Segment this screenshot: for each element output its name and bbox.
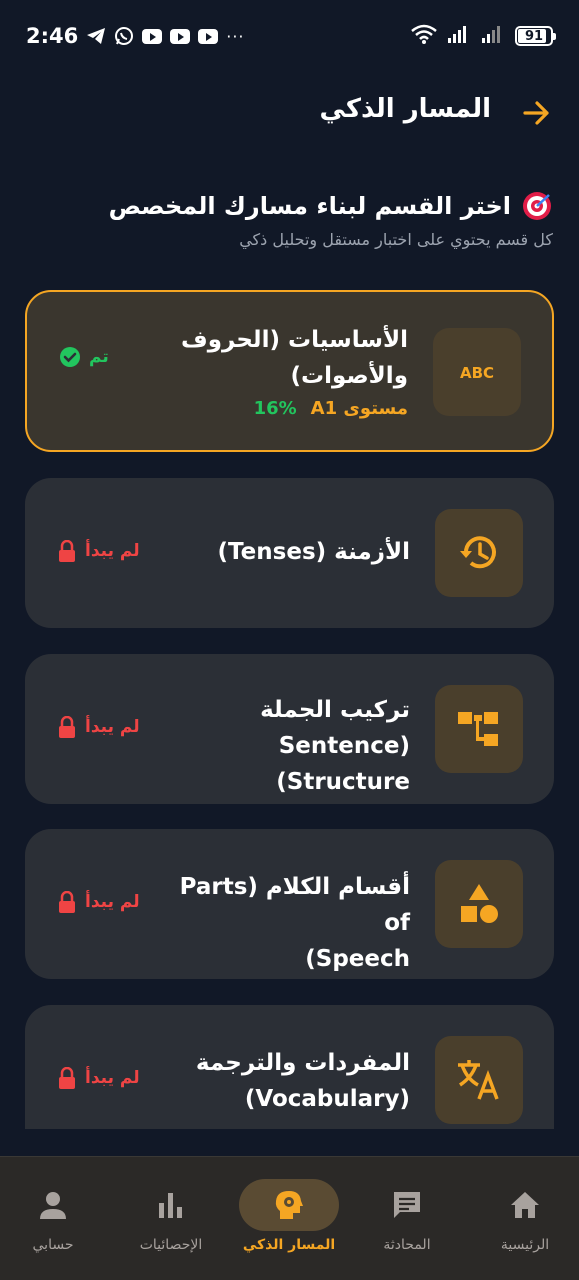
card-icon-box bbox=[435, 1036, 523, 1124]
bar-chart-icon bbox=[159, 1193, 182, 1218]
intro-subtitle: كل قسم يحتوي على اختبار مستقل وتحليل ذكي bbox=[239, 230, 553, 249]
status-time: 2:46 bbox=[26, 24, 79, 48]
nav-label: الرئيسية bbox=[500, 1237, 550, 1253]
smart-path-icon bbox=[275, 1191, 303, 1219]
back-button[interactable] bbox=[519, 96, 553, 130]
wifi-icon bbox=[411, 24, 437, 48]
card-title: تركيب الجملة (Sentence Structure) bbox=[160, 692, 410, 800]
status-badge: لم يبدأ bbox=[57, 1067, 140, 1089]
status-text: لم يبدأ bbox=[85, 717, 140, 737]
card-title-line: المفردات والترجمة bbox=[195, 1050, 410, 1076]
youtube-icon bbox=[198, 28, 219, 44]
status-badge: لم يبدأ bbox=[57, 716, 140, 738]
section-card-sentence-structure[interactable]: تركيب الجملة (Sentence Structure) لم يبد… bbox=[25, 654, 554, 804]
status-text: لم يبدأ bbox=[85, 1068, 140, 1088]
whatsapp-icon bbox=[114, 26, 134, 46]
card-title-line: (Vocabulary) bbox=[244, 1086, 410, 1112]
status-left: 2:46 ··· bbox=[26, 24, 245, 48]
target-icon bbox=[523, 192, 551, 220]
bottom-nav: الرئيسية المحادثة المسار الذكي الإحصائيا… bbox=[0, 1156, 579, 1280]
nav-stats[interactable]: الإحصائيات bbox=[116, 1179, 226, 1259]
nav-icon-wrap bbox=[121, 1179, 221, 1231]
battery-level: 91 bbox=[524, 28, 544, 44]
card-title-line: والأصوات) bbox=[290, 363, 408, 389]
card-title-line: أقسام الكلام (Parts of bbox=[179, 874, 410, 936]
section-card-tenses[interactable]: الأزمنة (Tenses) لم يبدأ bbox=[25, 478, 554, 628]
card-icon-box bbox=[435, 860, 523, 948]
nav-icon-wrap bbox=[3, 1179, 103, 1231]
intro-title: اختر القسم لبناء مسارك المخصص bbox=[108, 192, 511, 220]
status-text: لم يبدأ bbox=[85, 892, 140, 912]
lock-icon bbox=[59, 891, 75, 913]
arrow-right-icon bbox=[523, 101, 549, 125]
signal-icon bbox=[447, 24, 471, 48]
card-title: أقسام الكلام (Parts of Speech) bbox=[160, 869, 410, 977]
status-right: 91 bbox=[411, 24, 556, 48]
more-notifications-icon: ··· bbox=[226, 26, 245, 46]
person-icon bbox=[40, 1192, 66, 1219]
status-bar: 2:46 ··· 91 bbox=[0, 0, 579, 72]
nav-account[interactable]: حسابي bbox=[0, 1179, 108, 1259]
lock-icon bbox=[59, 540, 75, 562]
card-icon-box: ABC bbox=[433, 328, 521, 416]
nav-icon-wrap bbox=[357, 1179, 457, 1231]
abc-icon: ABC bbox=[460, 364, 494, 382]
nav-label: المسار الذكي bbox=[242, 1237, 336, 1253]
telegram-icon bbox=[86, 26, 106, 46]
lock-icon bbox=[59, 1067, 75, 1089]
card-meta: مستوى A1 16% bbox=[254, 398, 408, 419]
status-badge: تم bbox=[59, 346, 109, 368]
tree-structure-icon bbox=[458, 712, 498, 746]
section-card-basics[interactable]: ABC الأساسيات (الحروف والأصوات) مستوى A1… bbox=[25, 290, 554, 452]
nav-smart-path[interactable]: المسار الذكي bbox=[234, 1179, 344, 1259]
section-card-vocabulary[interactable]: المفردات والترجمة (Vocabulary) لم يبدأ bbox=[25, 1005, 554, 1129]
status-text: لم يبدأ bbox=[85, 541, 140, 561]
check-circle-icon bbox=[60, 347, 80, 367]
card-title: الأساسيات (الحروف والأصوات) bbox=[158, 322, 408, 394]
shapes-icon bbox=[461, 884, 498, 923]
nav-home[interactable]: الرئيسية bbox=[470, 1179, 579, 1259]
svg-text:ABC: ABC bbox=[460, 364, 494, 382]
intro-heading: اختر القسم لبناء مسارك المخصص bbox=[109, 190, 553, 222]
signal-icon bbox=[481, 24, 505, 48]
nav-icon-wrap bbox=[475, 1179, 575, 1231]
nav-icon-wrap bbox=[239, 1179, 339, 1231]
history-icon bbox=[460, 536, 496, 569]
status-text: تم bbox=[89, 347, 109, 367]
card-title-line: الأساسيات (الحروف bbox=[181, 327, 408, 353]
level-label: مستوى A1 bbox=[310, 398, 408, 419]
youtube-icon bbox=[170, 28, 191, 44]
nav-chat[interactable]: المحادثة bbox=[352, 1179, 462, 1259]
nav-label: الإحصائيات bbox=[139, 1237, 203, 1253]
lock-icon bbox=[59, 716, 75, 738]
battery-icon: 91 bbox=[515, 26, 556, 46]
status-badge: لم يبدأ bbox=[57, 891, 140, 913]
nav-label: حسابي bbox=[32, 1237, 74, 1253]
page-title: المسار الذكي bbox=[319, 94, 491, 124]
card-title-line: (Sentence Structure) bbox=[276, 733, 410, 795]
nav-label: المحادثة bbox=[383, 1237, 431, 1253]
app-header: المسار الذكي bbox=[0, 88, 579, 136]
card-title-line: الأزمنة (Tenses) bbox=[217, 539, 410, 565]
card-title: المفردات والترجمة (Vocabulary) bbox=[160, 1045, 410, 1117]
card-title-line: Speech) bbox=[305, 946, 410, 972]
card-title-line: تركيب الجملة bbox=[260, 697, 410, 723]
progress-percent: 16% bbox=[253, 398, 297, 419]
section-card-parts-of-speech[interactable]: أقسام الكلام (Parts of Speech) لم يبدأ bbox=[25, 829, 554, 979]
card-title: الأزمنة (Tenses) bbox=[160, 534, 410, 570]
translate-icon bbox=[458, 1060, 499, 1100]
chat-icon bbox=[394, 1192, 420, 1218]
card-icon-box bbox=[435, 685, 523, 773]
card-icon-box bbox=[435, 509, 523, 597]
home-icon bbox=[511, 1192, 539, 1218]
youtube-icon bbox=[142, 28, 163, 44]
status-badge: لم يبدأ bbox=[57, 540, 140, 562]
